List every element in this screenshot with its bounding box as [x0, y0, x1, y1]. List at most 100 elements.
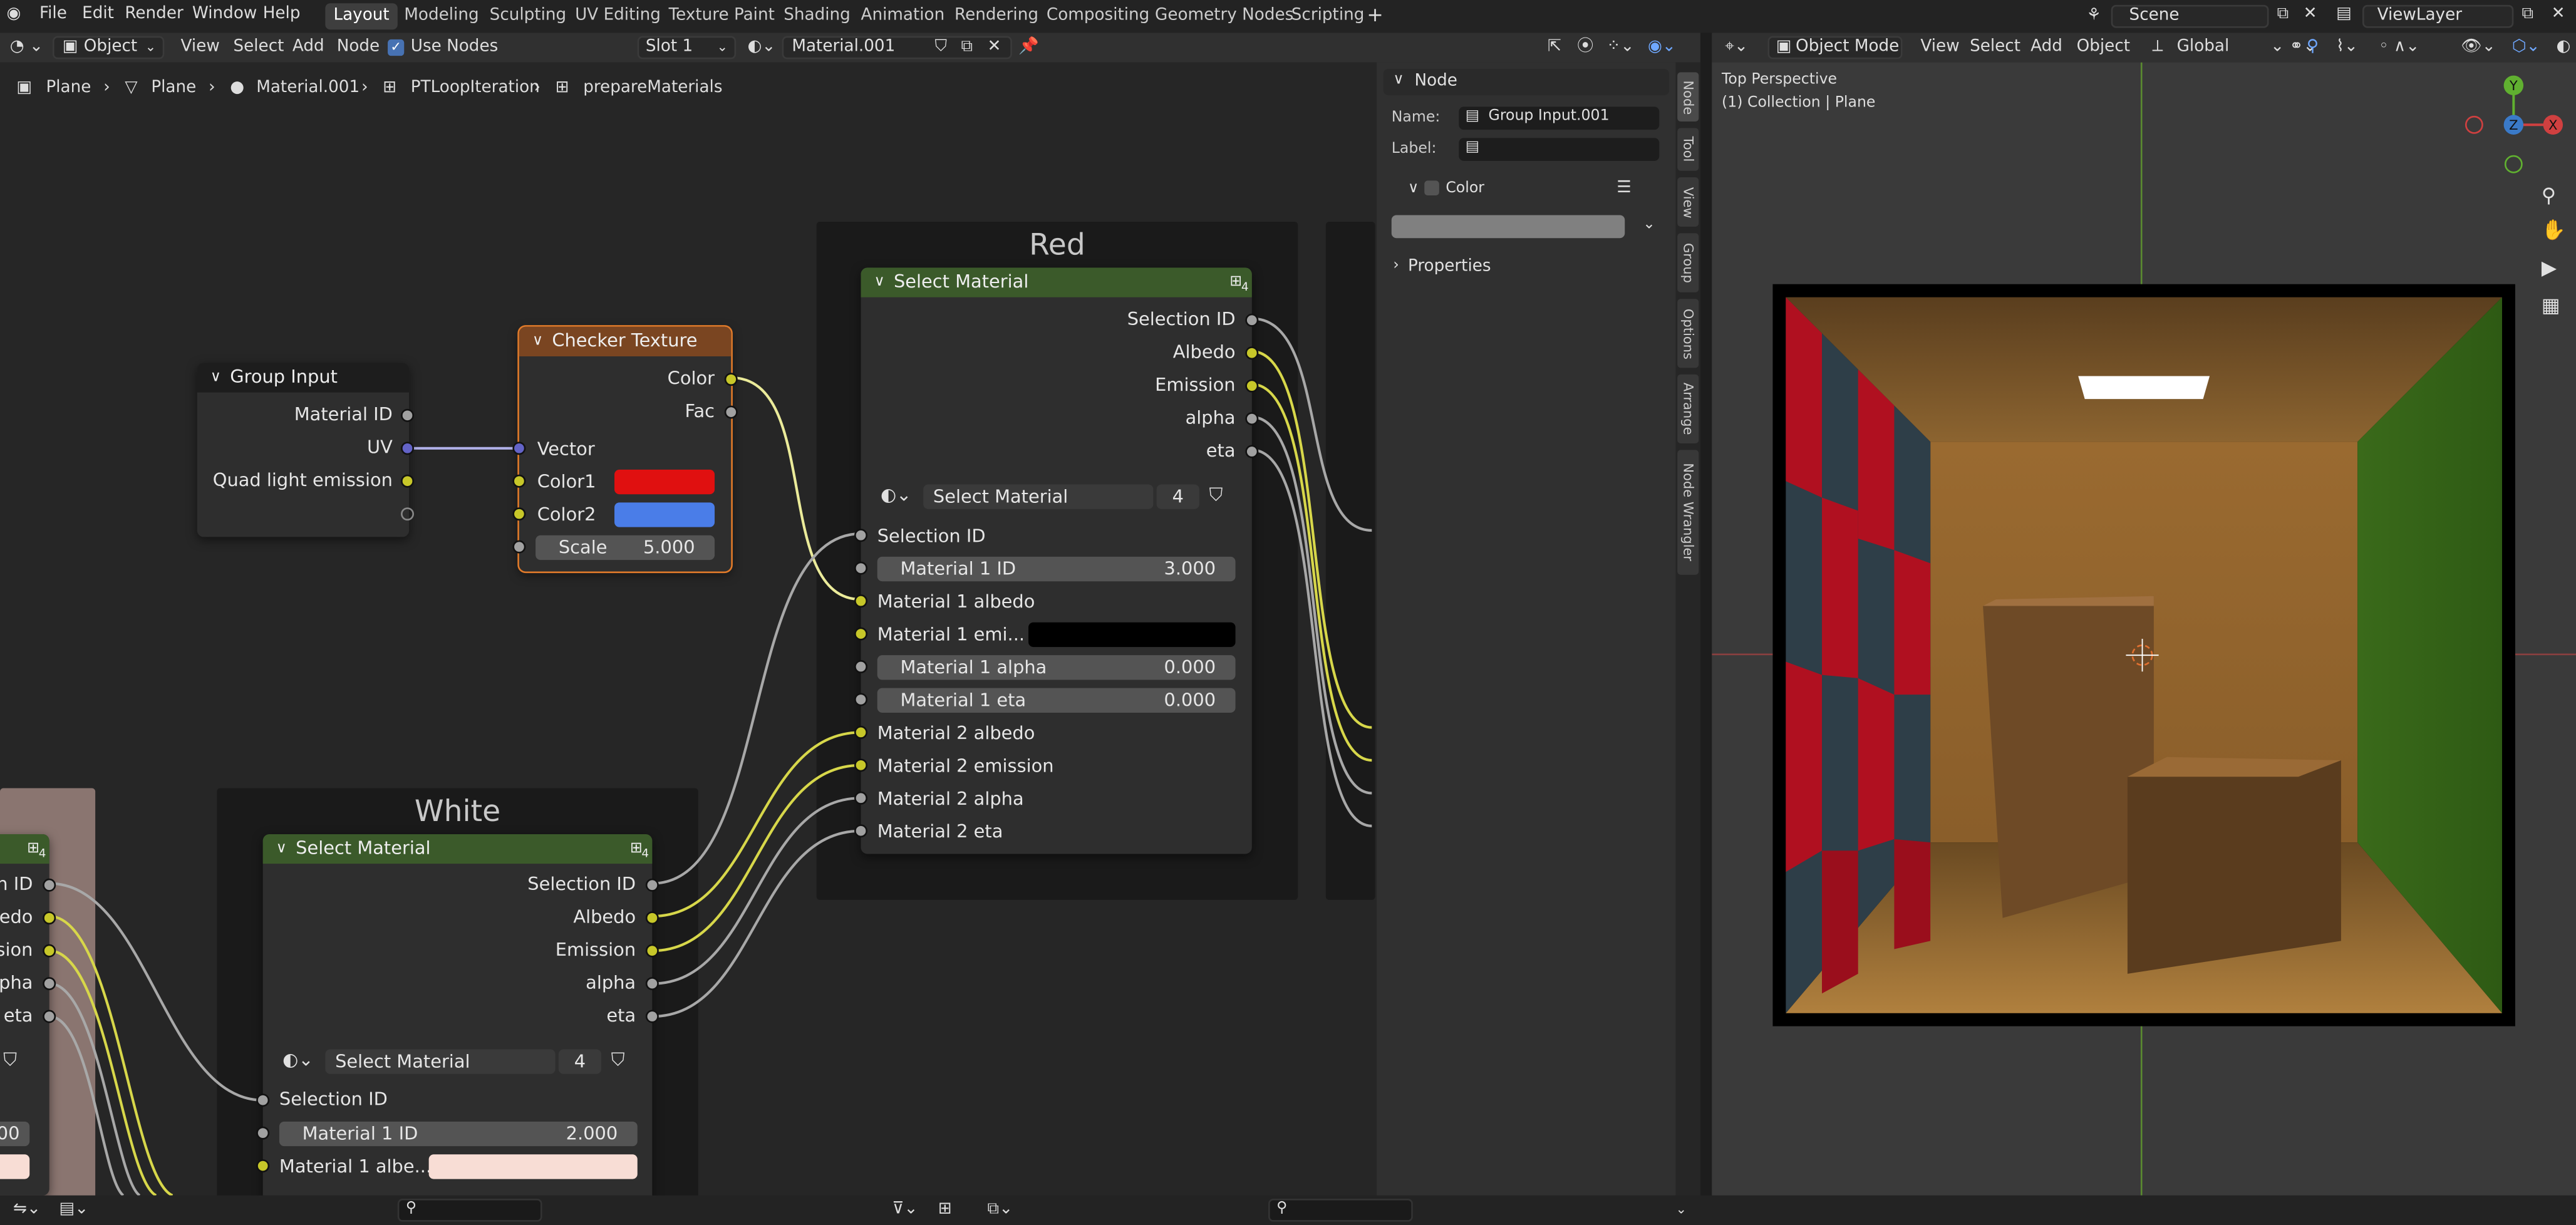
- group-input-header[interactable]: ∨ Group Input: [197, 363, 410, 393]
- search-input-left[interactable]: ⚲: [397, 1199, 542, 1222]
- socket-in-m2-alpha[interactable]: [854, 791, 867, 805]
- socket-scale[interactable]: [512, 540, 526, 554]
- left-partial-node[interactable]: ⊞ 4 n ID bedo ssion lpha eta ⛉ 00: [0, 834, 56, 1196]
- socket-in-m1-id[interactable]: [256, 1126, 270, 1140]
- node-color-swatch[interactable]: [1391, 215, 1625, 239]
- outliner-icon[interactable]: ▤⌄: [59, 1199, 88, 1222]
- gizmo-neg-y[interactable]: [2504, 155, 2523, 173]
- color1-swatch[interactable]: [614, 469, 715, 495]
- object-type-select[interactable]: ▣ Object ⌄: [52, 36, 165, 59]
- red-node-group-selector[interactable]: ◐⌄ Select Material 4 ⛉: [877, 483, 1236, 511]
- workspace-tab-compositing[interactable]: Compositing: [1038, 3, 1158, 29]
- left-node-header[interactable]: ⊞ 4: [0, 834, 49, 864]
- menu-render[interactable]: Render: [125, 5, 183, 23]
- node-tree-browse-icon[interactable]: ◐⌄: [881, 484, 911, 505]
- white-select-material-node[interactable]: ∨ Select Material ⊞ 4 Selection ID Albed…: [256, 834, 659, 1196]
- sidebar-tab-node[interactable]: Node: [1677, 72, 1699, 122]
- menu-object[interactable]: Object: [2077, 36, 2130, 59]
- editor-type-icon[interactable]: ◔ ⌄: [10, 36, 43, 59]
- white-node-header[interactable]: ∨ Select Material ⊞ 4: [262, 834, 653, 864]
- gizmo-neg-x[interactable]: [2465, 115, 2483, 134]
- workspace-tab-modeling[interactable]: Modeling: [396, 3, 487, 29]
- menu-add[interactable]: Add: [2030, 36, 2062, 59]
- sidebar-tab-group[interactable]: Group: [1677, 233, 1699, 292]
- socket-vector[interactable]: [512, 442, 526, 455]
- socket-color2[interactable]: [512, 507, 526, 521]
- chevron-down-icon[interactable]: ⌄: [1643, 217, 1655, 233]
- node-label-field[interactable]: ▤: [1459, 138, 1660, 161]
- menu-file[interactable]: File: [39, 5, 67, 23]
- snap-icon[interactable]: ⦿: [1577, 36, 1593, 59]
- socket-out-selection-id[interactable]: [645, 878, 659, 892]
- properties-panel-header[interactable]: › Properties: [1384, 256, 1669, 279]
- search-input-right[interactable]: ⚲: [1268, 1199, 1413, 1222]
- socket-out-4[interactable]: [43, 977, 56, 991]
- socket-out-3[interactable]: [43, 944, 56, 958]
- custom-color-checkbox[interactable]: [1424, 180, 1439, 196]
- add-workspace-button[interactable]: +: [1367, 3, 1383, 26]
- mode-select[interactable]: ▣ Object Mode: [1767, 36, 1903, 59]
- socket-in-selection-id[interactable]: [256, 1093, 270, 1107]
- red-group-name[interactable]: Select Material: [923, 484, 1154, 509]
- snap-icon[interactable]: ⚲: [2307, 36, 2319, 59]
- editor-type-icon[interactable]: ⇋⌄: [13, 1199, 41, 1222]
- m1-eta-field[interactable]: Material 1 eta 0.000: [877, 688, 1236, 713]
- workspace-tab-sculpting[interactable]: Sculpting: [482, 3, 575, 29]
- m1-alpha-field[interactable]: Material 1 alpha 0.000: [877, 655, 1236, 680]
- blender-logo-icon[interactable]: ◉: [6, 5, 21, 23]
- socket-in-m1-eta[interactable]: [854, 693, 867, 706]
- socket-out-5[interactable]: [43, 1010, 56, 1023]
- new-collection-icon[interactable]: ⊞: [938, 1199, 952, 1222]
- socket-in-m2-albedo[interactable]: [854, 725, 867, 739]
- overlay-icon[interactable]: ◐: [2557, 36, 2571, 59]
- workspace-tab-uv-editing[interactable]: UV Editing: [567, 3, 669, 29]
- fake-user-icon[interactable]: ⛉: [3, 1049, 17, 1072]
- white-m1-id-field[interactable]: Material 1 ID 2.000: [279, 1121, 638, 1147]
- socket-uv[interactable]: [401, 442, 415, 455]
- workspace-tab-shading[interactable]: Shading: [775, 3, 859, 29]
- color2-swatch[interactable]: [614, 502, 715, 527]
- socket-out-emission[interactable]: [645, 944, 659, 958]
- new-view-layer-icon[interactable]: ⧉: [2522, 3, 2533, 26]
- chevron-down-icon[interactable]: ∨: [874, 267, 884, 297]
- duplicate-material-icon[interactable]: ⧉: [961, 36, 973, 59]
- socket-in-m1-emission[interactable]: [854, 627, 867, 641]
- view-layer-icon[interactable]: ▤: [2336, 3, 2352, 26]
- navigation-gizmo[interactable]: X Y Z: [2465, 72, 2570, 177]
- menu-select[interactable]: Select: [233, 36, 284, 59]
- node-tree-browse-icon[interactable]: ◐⌄: [282, 1049, 313, 1070]
- socket-in-m1-id[interactable]: [854, 561, 867, 575]
- socket-color1[interactable]: [512, 474, 526, 488]
- menu-add[interactable]: Add: [292, 36, 324, 59]
- unlink-material-icon[interactable]: ✕: [987, 36, 1001, 59]
- socket-out-albedo[interactable]: [645, 911, 659, 925]
- menu-select[interactable]: Select: [1970, 36, 2020, 59]
- menu-help[interactable]: Help: [263, 5, 301, 23]
- chevron-down-icon[interactable]: ∨: [276, 834, 287, 864]
- sidebar-tab-view[interactable]: View: [1677, 177, 1699, 227]
- socket-in-m1-albedo[interactable]: [256, 1159, 270, 1173]
- workspace-tab-rendering[interactable]: Rendering: [946, 3, 1047, 29]
- menu-window[interactable]: Window: [192, 5, 257, 23]
- chevron-down-icon[interactable]: ∨: [1408, 180, 1419, 197]
- red-group-users[interactable]: 4: [1156, 484, 1199, 509]
- socket-color[interactable]: [724, 373, 738, 386]
- menu-view[interactable]: View: [181, 36, 220, 59]
- pan-hand-icon[interactable]: ✋: [2542, 219, 2566, 242]
- m1-id-field[interactable]: Material 1 ID 3.000: [877, 556, 1236, 582]
- socket-fac[interactable]: [724, 405, 738, 419]
- fake-user-icon[interactable]: ⛉: [1209, 484, 1223, 507]
- workspace-tab-geometry-nodes[interactable]: Geometry Nodes: [1147, 3, 1302, 29]
- new-scene-icon[interactable]: ⧉: [2277, 3, 2289, 26]
- fake-user-icon[interactable]: ⛉: [935, 36, 948, 59]
- socket-out-albedo[interactable]: [1245, 346, 1259, 360]
- 3d-cursor-icon[interactable]: [2126, 638, 2159, 672]
- workspace-tab-scripting[interactable]: Scripting: [1283, 3, 1373, 29]
- group-input-node[interactable]: ∨ Group Input Material ID UV Quad light …: [197, 363, 415, 537]
- 3d-viewport[interactable]: Top Perspective (1) Collection | Plane X…: [1712, 62, 2576, 1196]
- socket-out-eta[interactable]: [645, 1010, 659, 1023]
- menu-node[interactable]: Node: [337, 36, 380, 59]
- node-name-field[interactable]: ▤ Group Input.001: [1459, 106, 1660, 130]
- checker-texture-header[interactable]: ∨ Checker Texture: [519, 326, 732, 356]
- white-m1-albedo-swatch[interactable]: [428, 1154, 638, 1179]
